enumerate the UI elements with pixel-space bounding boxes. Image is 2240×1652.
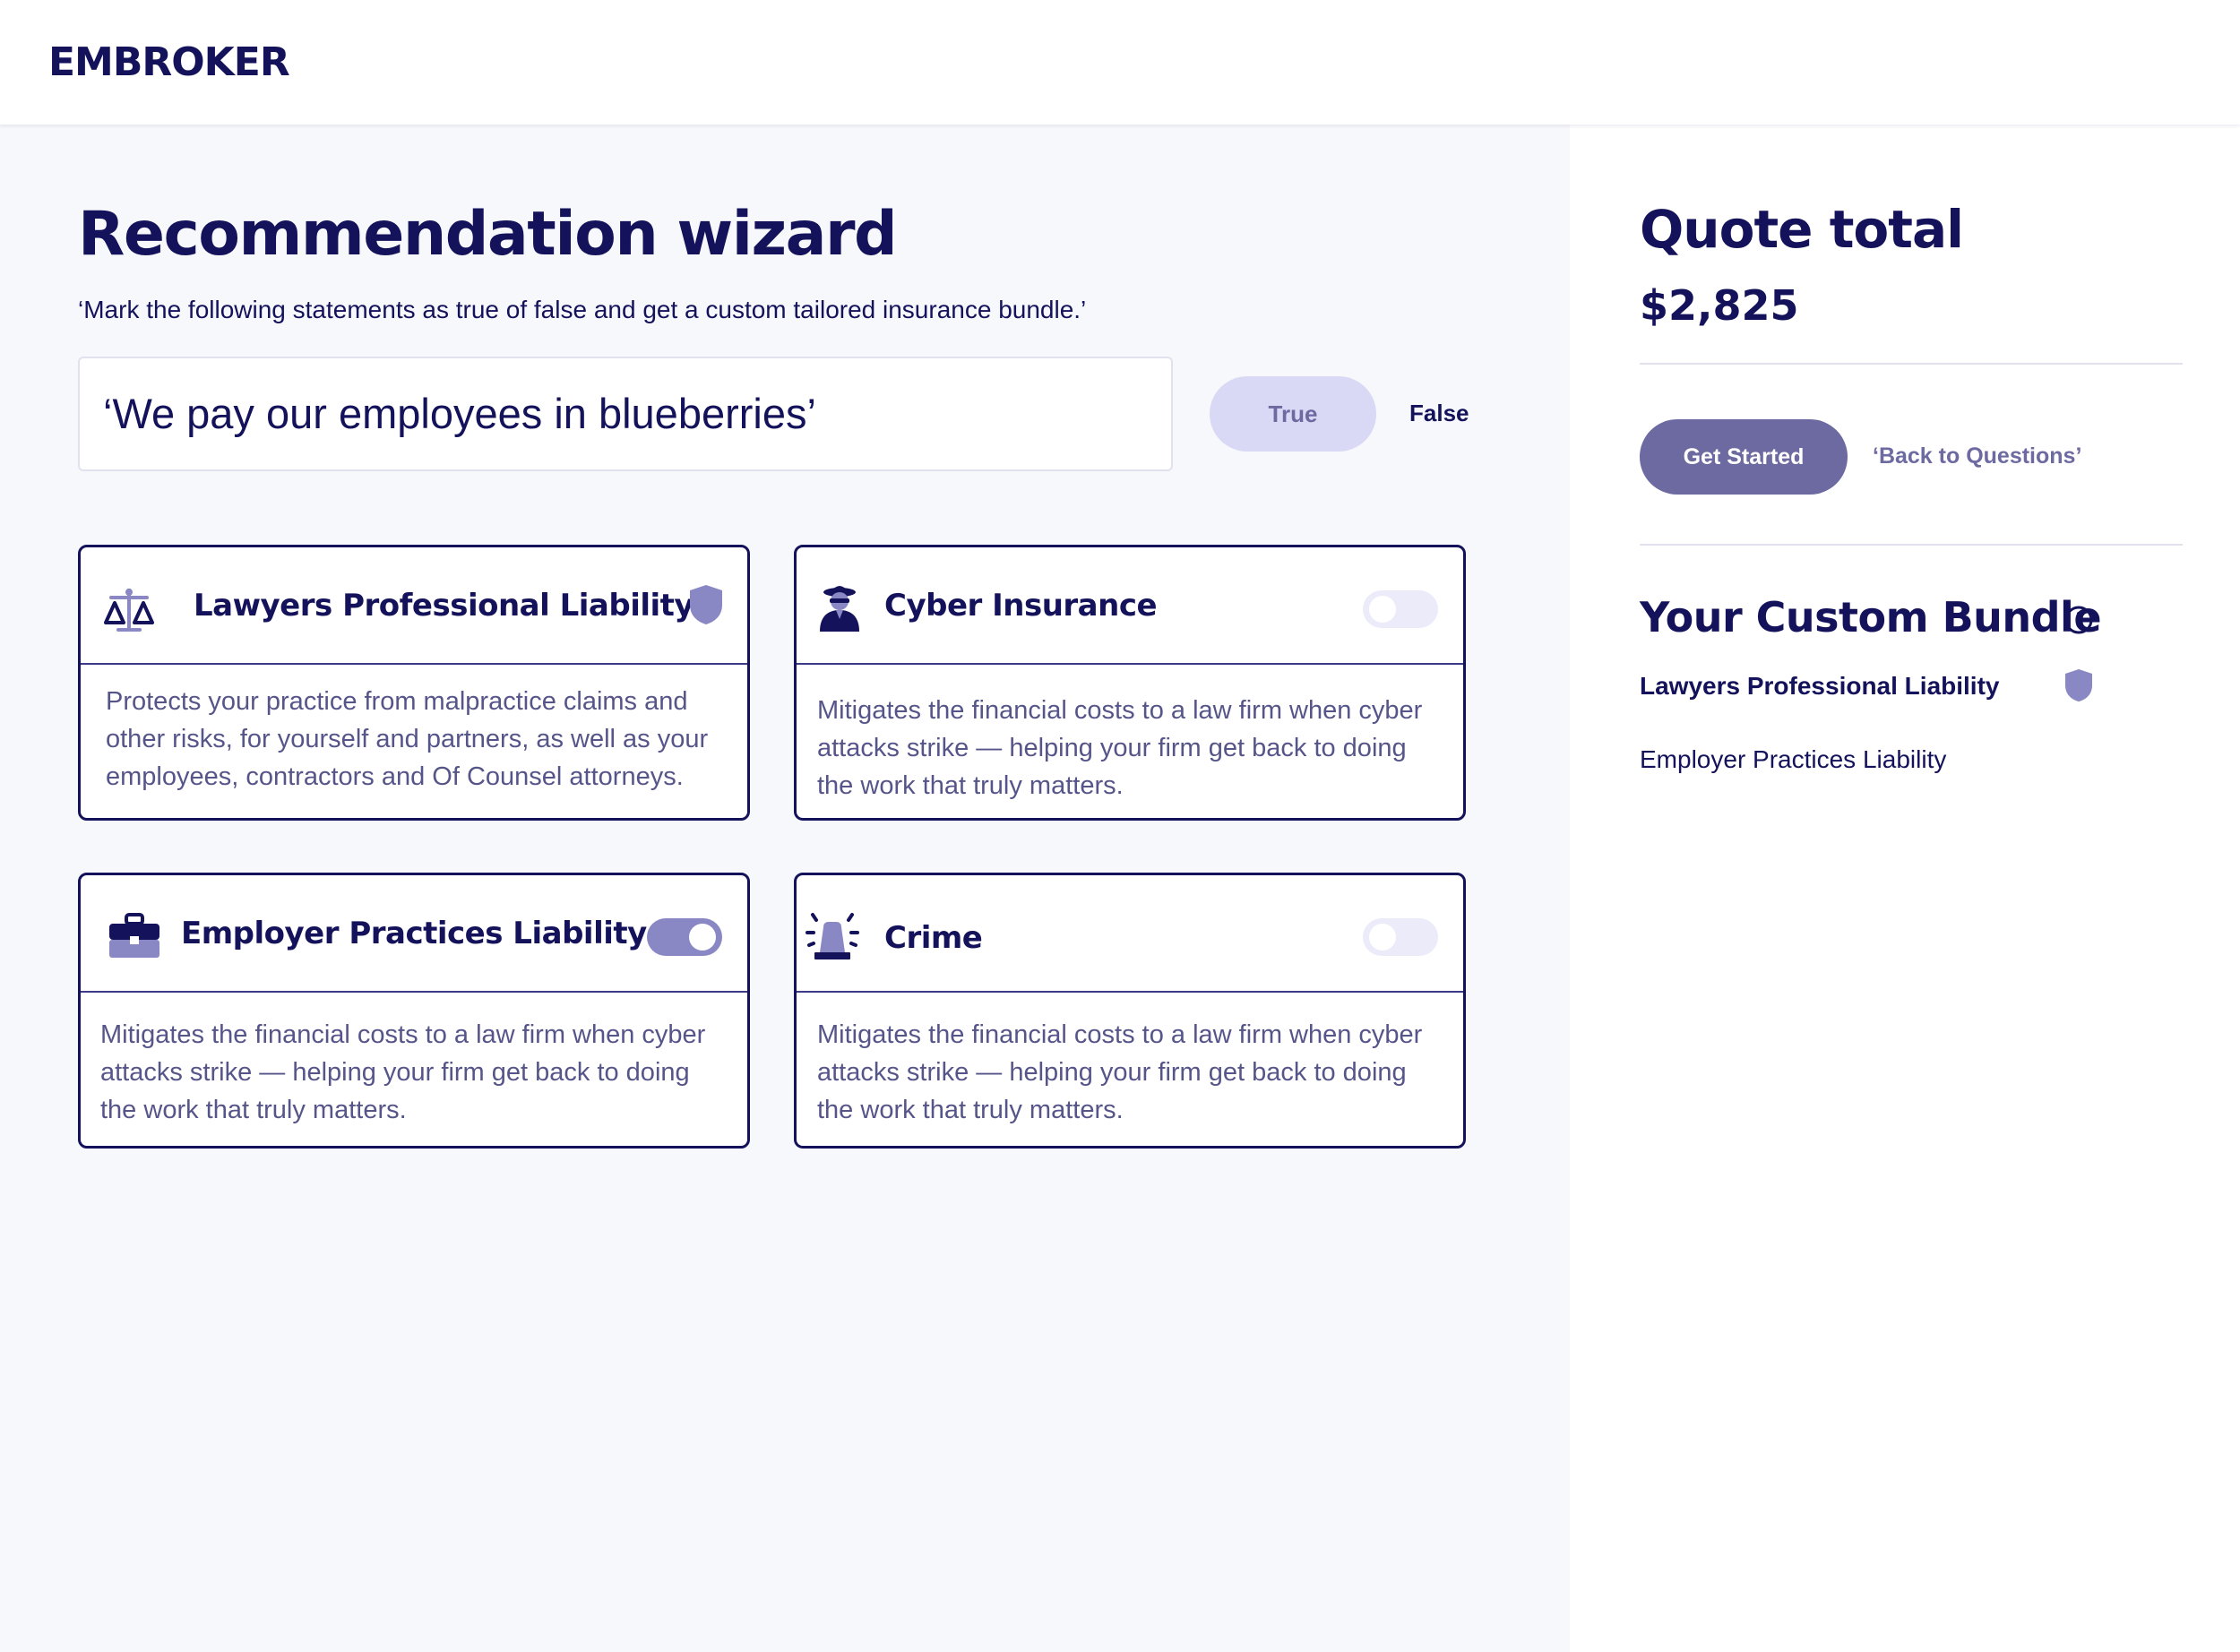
card-description: Mitigates the financial costs to a law f…	[817, 1020, 1423, 1124]
card-title: Crime	[884, 920, 983, 956]
page-title: Recommendation wizard	[78, 199, 898, 270]
scales-icon	[104, 589, 154, 632]
card-header: Lawyers Professional Liability	[81, 547, 747, 665]
card-header: Employer Practices Liability	[81, 875, 747, 993]
card-header: Cyber Insurance	[797, 547, 1463, 665]
card-crime: Crime Mitigates the financial costs to a…	[794, 873, 1466, 1149]
card-lawyers-professional-liability: Lawyers Professional Liability Protects …	[78, 545, 750, 821]
quote-sidebar	[1570, 125, 2240, 1652]
bundle-title: Your Custom Bundle	[1640, 593, 2102, 641]
card-title: Cyber Insurance	[884, 588, 1158, 624]
cyber-insurance-toggle[interactable]	[1363, 590, 1438, 628]
top-bar: EMBROKER	[0, 0, 2240, 125]
card-header: Crime	[797, 875, 1463, 993]
card-title: Lawyers Professional Liability	[194, 588, 694, 624]
card-description: Mitigates the financial costs to a law f…	[817, 696, 1423, 800]
get-started-button[interactable]: Get Started	[1640, 419, 1848, 495]
divider	[1640, 544, 2183, 546]
bundle-item: Employer Practices Liability	[1640, 745, 1947, 773]
wizard-instructions: ‘Mark the following statements as true o…	[78, 296, 1087, 323]
info-icon[interactable]	[2063, 605, 2094, 635]
card-employer-practices-liability: Employer Practices Liability Mitigates t…	[78, 873, 750, 1149]
employer-practices-toggle[interactable]	[647, 918, 722, 956]
quote-amount: $2,825	[1640, 281, 1799, 330]
hacker-icon	[820, 586, 859, 632]
crime-toggle[interactable]	[1363, 918, 1438, 956]
toggle-knob	[1369, 596, 1396, 623]
embroker-logo[interactable]: EMBROKER	[48, 39, 290, 85]
divider	[1640, 363, 2183, 365]
false-button[interactable]: False	[1409, 400, 1469, 427]
statement-box: ‘We pay our employees in blueberries’	[78, 357, 1173, 471]
shield-icon	[2065, 669, 2092, 701]
true-button[interactable]: True	[1210, 376, 1376, 452]
briefcase-icon	[109, 913, 159, 958]
toggle-knob	[689, 924, 716, 951]
card-cyber-insurance: Cyber Insurance Mitigates the financial …	[794, 545, 1466, 821]
bundle-item: Lawyers Professional Liability	[1640, 672, 2000, 700]
back-to-questions-link[interactable]: ‘Back to Questions’	[1873, 443, 2081, 469]
card-title: Employer Practices Liability	[181, 916, 647, 951]
card-description: Mitigates the financial costs to a law f…	[100, 1020, 706, 1124]
siren-icon	[806, 913, 859, 959]
quote-title: Quote total	[1640, 199, 1964, 260]
card-description: Protects your practice from malpractice …	[106, 687, 709, 791]
toggle-knob	[1369, 924, 1396, 951]
shield-icon	[690, 585, 722, 624]
